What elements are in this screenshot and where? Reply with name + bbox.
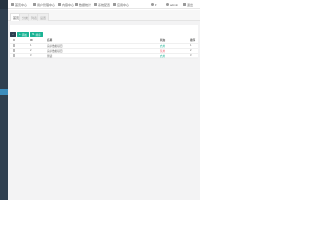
dropdown-caret: ▾ xyxy=(155,2,157,7)
row-checkbox-cell xyxy=(10,53,30,59)
main-content: ‹ + 添加 ⇅ 排序 ID 名称 状态 排序 1 演示数据项目 启用 1 2 … xyxy=(8,21,200,200)
list-panel: ‹ + 添加 ⇅ 排序 ID 名称 状态 排序 1 演示数据项目 启用 1 2 … xyxy=(10,25,198,59)
row-checkbox[interactable] xyxy=(13,49,16,52)
data-table: ID 名称 状态 排序 1 演示数据项目 启用 1 2 演示数据项目 禁用 2 … xyxy=(10,38,198,59)
nav-item-apps[interactable]: 应用中心 xyxy=(113,2,129,7)
nav-item-home[interactable]: 首页中心 xyxy=(11,2,27,7)
row-checkbox[interactable] xyxy=(13,44,16,47)
cell-sort: 3 xyxy=(190,53,198,59)
file-icon xyxy=(58,3,61,6)
add-button[interactable]: + 添加 xyxy=(17,32,29,37)
sort-icon: ⇅ xyxy=(31,32,35,36)
nav-item-content[interactable]: 内容中心 xyxy=(58,2,74,7)
home-icon xyxy=(11,3,14,6)
nav-label: 用户管理中心 xyxy=(37,2,56,7)
nav-label: 内容中心 xyxy=(62,2,75,7)
cell-id: 3 xyxy=(30,53,47,59)
user-icon xyxy=(33,3,36,6)
notifications-dropdown[interactable]: ▾ xyxy=(151,2,157,7)
nav-label: 首页中心 xyxy=(15,2,28,7)
row-checkbox[interactable] xyxy=(13,54,16,57)
nav-item-users[interactable]: 用户管理中心 xyxy=(33,2,55,7)
nav-item-settings[interactable]: 系统配置 xyxy=(94,2,110,7)
user-menu[interactable]: admin xyxy=(166,2,178,7)
select-all-checkbox[interactable] xyxy=(13,38,16,42)
logout-label: 退出 xyxy=(187,2,194,7)
sidebar xyxy=(0,0,8,200)
tab-label: 设置 xyxy=(40,15,47,20)
back-button[interactable]: ‹ xyxy=(10,32,16,37)
page-tabs: 首页 分类 列表 设置 xyxy=(8,10,200,21)
nav-item-stats[interactable]: 数据统计 xyxy=(75,2,91,7)
table-row[interactable]: 3 测试 启用 3 xyxy=(10,53,198,59)
cell-name: 测试 xyxy=(47,53,160,59)
list-icon xyxy=(75,3,78,6)
sidebar-active-item[interactable] xyxy=(0,89,8,95)
bell-icon xyxy=(151,3,154,6)
logout-icon xyxy=(183,3,186,6)
add-label: 添加 xyxy=(21,33,27,37)
user-icon xyxy=(166,3,169,6)
sort-button[interactable]: ⇅ 排序 xyxy=(29,32,43,37)
logout-link[interactable]: 退出 xyxy=(183,2,193,7)
gear-icon xyxy=(94,3,97,6)
sidebar-logo xyxy=(0,0,8,9)
nav-label: 系统配置 xyxy=(98,2,111,7)
tab-settings[interactable]: 设置 xyxy=(37,13,50,21)
table-toolbar: ‹ + 添加 ⇅ 排序 xyxy=(10,32,43,37)
top-navbar: 首页中心 用户管理中心 内容中心 数据统计 系统配置 应用中心 ▾ admin … xyxy=(8,0,200,9)
nav-label: 应用中心 xyxy=(117,2,130,7)
user-name: admin xyxy=(170,2,179,7)
plus-icon: + xyxy=(19,32,21,36)
arrow-left-icon: ‹ xyxy=(12,32,14,36)
grid-icon xyxy=(113,3,116,6)
sort-label: 排序 xyxy=(35,33,41,37)
cell-status[interactable]: 启用 xyxy=(160,53,190,59)
nav-label: 数据统计 xyxy=(79,2,92,7)
